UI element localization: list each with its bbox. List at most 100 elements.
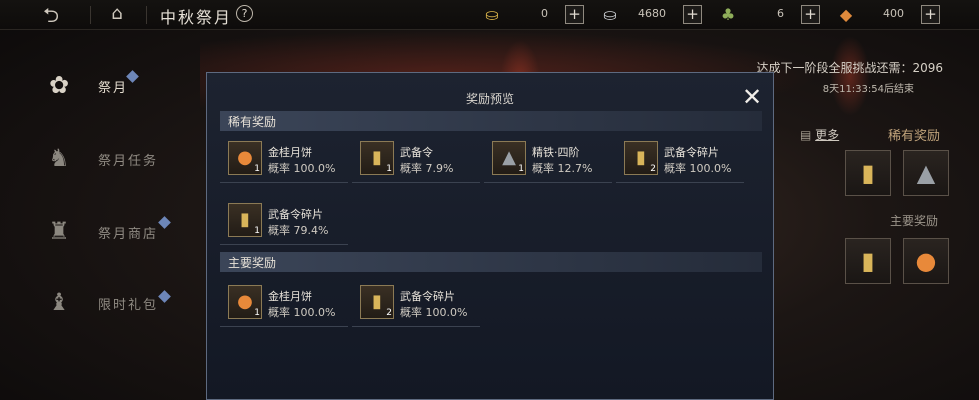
item-rate: 概率 79.4%	[268, 224, 329, 237]
lantern-decoration	[830, 36, 870, 116]
token-fragment-icon: ▮	[861, 247, 875, 275]
rabbit-icon: ♞	[48, 144, 70, 172]
item-slot: ▲ 1	[492, 141, 526, 175]
close-button[interactable]: ✕	[739, 84, 765, 110]
section-header-main: 主要奖励	[220, 252, 762, 272]
dialog-header: 奖励预览 ✕	[207, 73, 773, 111]
festival-token-icon: ◆	[839, 5, 853, 24]
item-rate: 概率 12.7%	[532, 162, 593, 175]
item-slot: ▮ 2	[360, 285, 394, 319]
nav-item-tasks[interactable]: ♞ 祭月任务	[36, 139, 166, 179]
nav-label: 祭月	[98, 81, 129, 96]
item-name: 金桂月饼	[268, 146, 312, 159]
rare-reward-slot[interactable]: ▲	[903, 150, 949, 196]
stamina-potion-icon: ♣	[720, 5, 736, 24]
item-slot: ▮ 1	[360, 141, 394, 175]
item-name: 精铁·四阶	[532, 146, 580, 159]
back-button[interactable]: ⮌	[38, 4, 64, 26]
reward-item[interactable]: ▲ 1 精铁·四阶 概率 12.7%	[484, 139, 612, 183]
currency-value: 0	[541, 7, 548, 20]
item-name: 武备令碎片	[268, 208, 323, 221]
divider	[90, 6, 91, 24]
item-quantity: 2	[386, 308, 392, 318]
reward-item[interactable]: ▮ 1 武备令 概率 7.9%	[352, 139, 480, 183]
reward-item[interactable]: ▮ 2 武备令碎片 概率 100.0%	[352, 283, 480, 327]
item-name: 金桂月饼	[268, 290, 312, 303]
token-icon: ▮	[861, 159, 875, 187]
top-bar: ⮌ ⌂ 中秋祭月 ? ⛀ 0 + ⛀ 4680 + ♣ 6 + ◆ 400 +	[0, 0, 979, 30]
fan-icon: ✿	[48, 71, 70, 99]
item-quantity: 1	[254, 226, 260, 236]
item-rate: 概率 100.0%	[268, 162, 336, 175]
add-gold-button[interactable]: +	[565, 5, 584, 24]
item-name: 武备令碎片	[664, 146, 719, 159]
item-rate: 概率 100.0%	[664, 162, 732, 175]
item-quantity: 1	[254, 164, 260, 174]
currency-silver: ⛀ 4680 +	[598, 4, 702, 26]
reward-preview-dialog: 奖励预览 ✕ 稀有奖励 ● 1 金桂月饼 概率 100.0% ▮ 1 武备令 概…	[206, 72, 774, 400]
item-name: 武备令碎片	[400, 290, 455, 303]
add-stamina-button[interactable]: +	[801, 5, 820, 24]
currency-value: 6	[777, 7, 784, 20]
divider	[146, 6, 147, 24]
nav-label: 祭月任务	[98, 154, 159, 169]
mooncake-icon: ●	[915, 247, 937, 275]
main-reward-slot[interactable]: ●	[903, 238, 949, 284]
more-button[interactable]: ▤ 更多	[800, 126, 839, 143]
new-indicator	[158, 216, 171, 229]
section-title: 主要奖励	[228, 256, 277, 270]
home-button[interactable]: ⌂	[104, 3, 130, 27]
silver-ingot-icon: ⛀	[603, 5, 617, 24]
item-quantity: 1	[518, 164, 524, 174]
nav-label: 限时礼包	[98, 298, 159, 313]
new-indicator	[126, 70, 139, 83]
list-icon: ▤	[800, 128, 812, 142]
item-rate: 概率 7.9%	[400, 162, 454, 175]
item-slot: ▮ 2	[624, 141, 658, 175]
nav-item-gift-packs[interactable]: ♝ 限时礼包	[36, 283, 171, 323]
dialog-title: 奖励预览	[465, 92, 514, 106]
stage-requirement: 达成下一阶段全服挑战还需：2096	[756, 61, 943, 75]
item-slot: ● 1	[228, 141, 262, 175]
add-token-button[interactable]: +	[921, 5, 940, 24]
nav-item-shop[interactable]: ♜ 祭月商店	[36, 212, 171, 252]
iron-ingot-icon: ▲	[916, 159, 936, 187]
nav-item-festival[interactable]: ✿ 祭月	[36, 66, 166, 106]
page-title: 中秋祭月	[160, 8, 233, 27]
item-rate: 概率 100.0%	[268, 306, 336, 319]
new-indicator	[158, 290, 171, 303]
help-button[interactable]: ?	[236, 5, 253, 22]
reward-item[interactable]: ● 1 金桂月饼 概率 100.0%	[220, 139, 348, 183]
currency-stamina: ♣ 6 +	[716, 4, 820, 26]
gift-bag-icon: ♝	[48, 288, 70, 316]
currency-value: 4680	[638, 7, 666, 20]
section-title: 稀有奖励	[228, 115, 277, 129]
currency-gold: ⛀ 0 +	[480, 4, 584, 26]
add-silver-button[interactable]: +	[683, 5, 702, 24]
reward-item[interactable]: ▮ 2 武备令碎片 概率 100.0%	[616, 139, 744, 183]
more-label: 更多	[815, 128, 840, 142]
currency-value: 400	[883, 7, 904, 20]
rare-rewards-heading: 稀有奖励	[888, 129, 941, 144]
back-arrow-icon: ⮌	[42, 3, 60, 27]
nav-label: 祭月商店	[98, 227, 159, 242]
main-rewards-heading: 主要奖励	[890, 214, 939, 228]
section-header-rare: 稀有奖励	[220, 111, 762, 131]
item-rate: 概率 100.0%	[400, 306, 468, 319]
item-quantity: 1	[254, 308, 260, 318]
item-slot: ● 1	[228, 285, 262, 319]
item-quantity: 2	[650, 164, 656, 174]
gold-ingot-icon: ⛀	[485, 5, 499, 24]
main-reward-slot[interactable]: ▮	[845, 238, 891, 284]
pagoda-icon: ⌂	[111, 3, 123, 24]
close-icon: ✕	[741, 83, 763, 111]
item-slot: ▮ 1	[228, 203, 262, 237]
item-name: 武备令	[400, 146, 433, 159]
currency-festival-token: ◆ 400 +	[834, 4, 940, 26]
rare-reward-slot[interactable]: ▮	[845, 150, 891, 196]
reward-item[interactable]: ▮ 1 武备令碎片 概率 79.4%	[220, 201, 348, 245]
shop-bag-icon: ♜	[48, 217, 70, 245]
item-quantity: 1	[386, 164, 392, 174]
reward-item[interactable]: ● 1 金桂月饼 概率 100.0%	[220, 283, 348, 327]
countdown: 8天11:33:54后结束	[822, 84, 914, 95]
